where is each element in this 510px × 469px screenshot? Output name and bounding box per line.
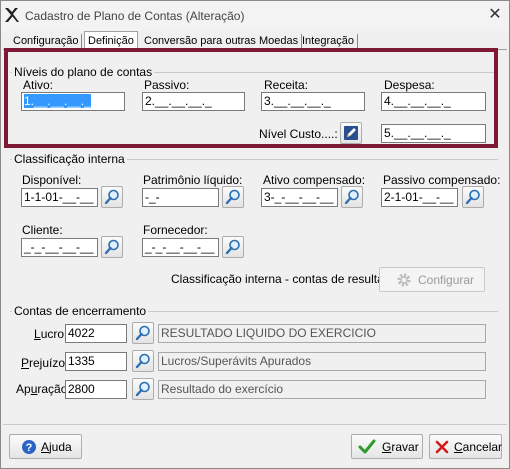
svg-text:?: ? [26, 442, 33, 454]
search-icon [104, 239, 119, 255]
checkmark-icon [358, 439, 376, 454]
help-icon: ? [22, 440, 36, 454]
lucro-code-input[interactable]: 4022 [65, 324, 127, 343]
tab-configuracao[interactable]: Configuração [10, 34, 83, 49]
configurar-label: Configurar [418, 273, 475, 287]
lucro-label: Lucro [34, 327, 65, 341]
lucro-description-field: RESULTADO LIQUIDO DO EXERCICIO [158, 324, 486, 343]
apuracao-search-button[interactable] [132, 378, 154, 400]
search-icon [104, 189, 119, 205]
cliente-input[interactable]: _-_-__-__-__ [21, 238, 98, 257]
fornecedor-input[interactable]: _-_-__-__-__ [142, 238, 219, 257]
tab-integracao[interactable]: Integração [299, 34, 358, 49]
classificacao-group-title: Classificação interna [12, 152, 127, 166]
close-icon[interactable]: ✕ [487, 7, 503, 23]
passivo-compensado-input[interactable]: 2-1-01-__-__ [381, 188, 458, 207]
ajuda-button[interactable]: ? Ajuda [9, 434, 82, 459]
prejuizo-label: Prejuízo [21, 356, 66, 370]
patrimonio-input[interactable]: -_- [142, 188, 219, 207]
cancel-x-icon [435, 440, 449, 454]
apuracao-label: Apuração [16, 382, 68, 396]
prejuizo-search-button[interactable] [132, 350, 154, 372]
lucro-search-button[interactable] [132, 322, 154, 344]
title-bar[interactable]: Cadastro de Plano de Contas (Alteração) … [1, 1, 509, 31]
passivo-compensado-search-button[interactable] [462, 186, 484, 208]
prejuizo-description-field: Lucros/Superávits Apurados [158, 352, 486, 371]
search-icon [225, 189, 240, 205]
cancelar-label: Cancelar [454, 440, 503, 454]
patrimonio-search-button[interactable] [222, 186, 244, 208]
search-icon [135, 353, 150, 369]
search-icon [135, 325, 150, 341]
ativo-compensado-search-button[interactable] [341, 186, 363, 208]
apuracao-code-input[interactable]: 2800 [65, 380, 127, 399]
search-icon [465, 189, 480, 205]
cliente-label: Cliente: [22, 223, 63, 237]
niveis-highlight-frame [4, 48, 498, 148]
footer-separator [3, 424, 507, 425]
configurar-button[interactable]: Configurar [379, 267, 485, 292]
disponivel-label: Disponível: [22, 173, 82, 187]
search-icon [344, 189, 359, 205]
window-title: Cadastro de Plano de Contas (Alteração) [25, 9, 245, 23]
gear-icon [397, 273, 411, 287]
passivo-compensado-label: Passivo compensado: [383, 173, 501, 187]
search-icon [225, 239, 240, 255]
ajuda-label: Ajuda [41, 440, 72, 454]
encerramento-group-title: Contas de encerramento [12, 304, 149, 318]
disponivel-input[interactable]: 1-1-01-__-__ [21, 188, 98, 207]
fornecedor-search-button[interactable] [222, 236, 244, 258]
cancelar-button[interactable]: Cancelar [429, 434, 502, 459]
dialog-window: Cadastro de Plano de Contas (Alteração) … [0, 0, 510, 469]
gravar-label: Gravar [382, 440, 419, 454]
resultado-label: Classificação interna - contas de result… [171, 272, 401, 286]
apuracao-description-field: Resultado do exercício [158, 380, 486, 399]
ativo-compensado-label: Ativo compensado: [263, 173, 366, 187]
patrimonio-label: Patrimônio líquido: [143, 173, 243, 187]
prejuizo-code-input[interactable]: 1335 [65, 352, 127, 371]
tab-conversao[interactable]: Conversão para outras Moedas [141, 34, 303, 49]
app-logo-icon [5, 8, 19, 22]
gravar-button[interactable]: Gravar [351, 434, 423, 459]
disponivel-search-button[interactable] [101, 186, 123, 208]
ativo-compensado-input[interactable]: 3-_-__-__-__ [261, 188, 338, 207]
fornecedor-label: Fornecedor: [143, 223, 208, 237]
cliente-search-button[interactable] [101, 236, 123, 258]
search-icon [135, 381, 150, 397]
